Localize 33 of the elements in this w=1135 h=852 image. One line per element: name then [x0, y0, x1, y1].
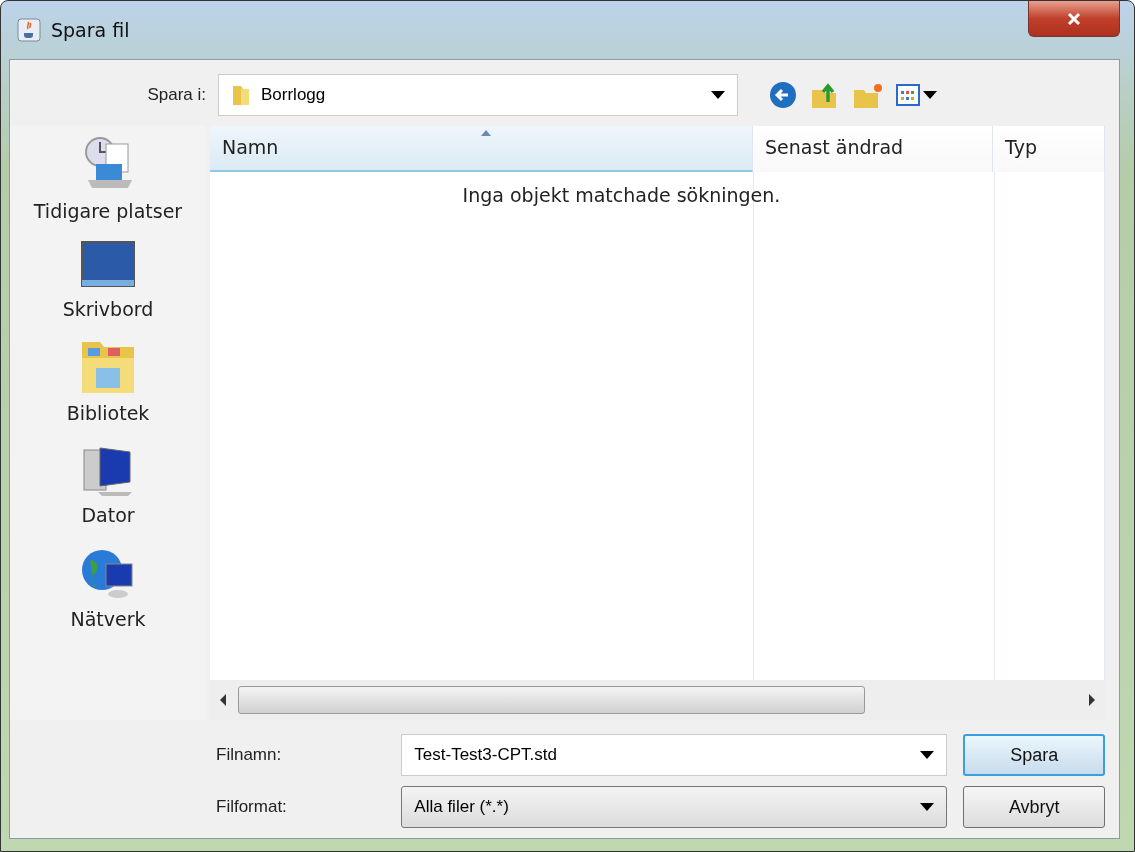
close-icon	[1066, 11, 1082, 26]
place-label[interactable]: Skrivbord	[62, 298, 154, 320]
coffee-cup-icon	[17, 18, 41, 42]
column-header[interactable]: Senast ändrad	[753, 126, 993, 172]
caret-icon	[920, 751, 935, 759]
filename-field[interactable]: Test-Test3-CPT.std	[401, 734, 948, 776]
file-format-label: Filformat:	[216, 797, 288, 817]
cancel-button[interactable]: Avbryt	[963, 786, 1105, 828]
view-menu-button[interactable]	[896, 84, 937, 106]
folder-name: Borrlogg	[261, 85, 326, 105]
place-label[interactable]: Tidigare platser	[33, 200, 183, 222]
sort-arrow-icon	[481, 130, 491, 136]
window-title: Spara fil	[51, 19, 130, 41]
filename-label: Filnamn:	[216, 745, 283, 765]
location-dropdown[interactable]: Borrlogg	[218, 74, 738, 116]
file-format-dropdown[interactable]: Alla filer (*.*)	[401, 786, 948, 828]
back-icon[interactable]	[768, 80, 798, 110]
save-button[interactable]: Spara	[963, 734, 1105, 776]
folder-icon	[231, 83, 251, 107]
place-label[interactable]: Dator	[81, 504, 135, 526]
scroll-right-icon[interactable]	[1089, 694, 1095, 706]
caret-icon	[923, 91, 937, 99]
column-header[interactable]: Typ	[993, 126, 1105, 172]
close-button[interactable]	[1028, 1, 1120, 37]
place-label[interactable]: Nätverk	[70, 608, 146, 630]
caret-icon	[920, 803, 935, 811]
column-header[interactable]: Namn	[210, 126, 753, 172]
caret-icon	[711, 91, 725, 99]
scrollbar-thumb[interactable]	[238, 686, 865, 714]
scroll-left-icon[interactable]	[220, 694, 226, 706]
place-label[interactable]: Bibliotek	[66, 402, 150, 424]
location-label: Spara i:	[146, 85, 206, 105]
empty-message: Inga objekt matchade sökningen.	[462, 184, 781, 208]
